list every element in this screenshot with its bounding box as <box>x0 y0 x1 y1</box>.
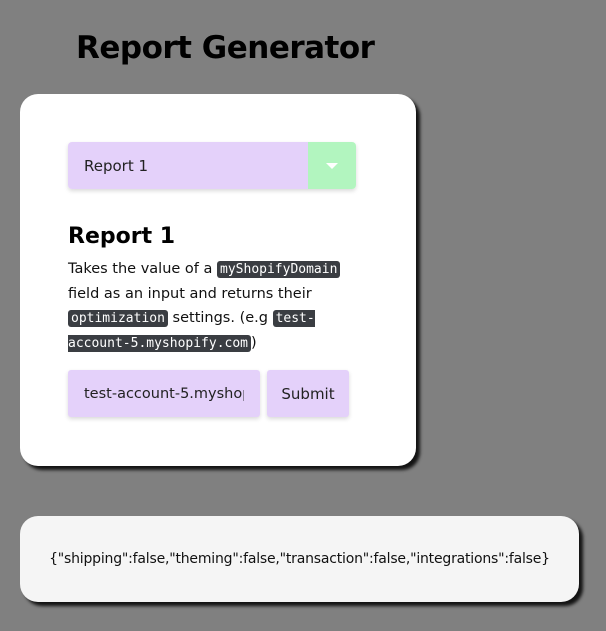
desc-text: ) <box>251 335 257 351</box>
report-card: Report 1 Report 1 Takes the value of a m… <box>20 94 416 466</box>
report-select-arrow[interactable] <box>308 142 356 189</box>
submit-button[interactable]: Submit <box>267 370 349 417</box>
result-card: {"shipping":false,"theming":false,"trans… <box>20 516 579 602</box>
chevron-down-icon <box>326 162 338 169</box>
desc-text: settings. (e.g <box>167 310 273 326</box>
report-select-value[interactable]: Report 1 <box>68 142 308 189</box>
result-output: {"shipping":false,"theming":false,"trans… <box>49 551 550 567</box>
desc-code-optimization: optimization <box>68 310 168 327</box>
report-description: Takes the value of a myShopifyDomain fie… <box>68 257 368 356</box>
report-heading: Report 1 <box>68 224 176 249</box>
domain-input[interactable] <box>68 370 260 417</box>
page: Report Generator Report 1 Report 1 Takes… <box>0 0 606 631</box>
desc-text: Takes the value of a <box>68 261 218 277</box>
report-select[interactable]: Report 1 <box>68 142 356 189</box>
page-title: Report Generator <box>76 30 375 66</box>
desc-text: field as an input and returns their <box>68 286 312 302</box>
desc-code-domain-field: myShopifyDomain <box>217 261 341 278</box>
